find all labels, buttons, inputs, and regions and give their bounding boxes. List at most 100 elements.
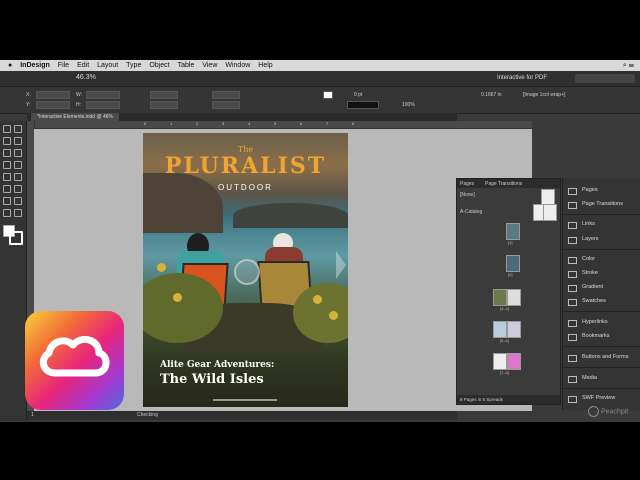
master-a-catalog[interactable]: A-Catalog xyxy=(460,209,482,215)
h-field[interactable] xyxy=(86,101,120,109)
spotlight-icon[interactable]: ⌕ ☰ xyxy=(623,62,634,70)
eyedropper-tool-icon[interactable] xyxy=(3,209,11,217)
page-label: [2] xyxy=(508,272,513,277)
horizontal-ruler[interactable]: 0 1 2 3 4 5 6 7 8 xyxy=(34,121,532,129)
menu-view[interactable]: View xyxy=(202,62,217,69)
type-tool-icon[interactable] xyxy=(3,149,11,157)
pages-panel-tabs: Pages Page Transitions xyxy=(457,179,560,188)
shear-field[interactable] xyxy=(212,101,240,109)
panel-swf-preview[interactable]: SWF Preview xyxy=(563,392,640,405)
page-thumb[interactable] xyxy=(506,255,520,272)
selection-tool-icon[interactable] xyxy=(3,125,11,133)
document-page[interactable]: The PLURALIST OUTDOOR Alite Gear Adventu… xyxy=(143,133,348,407)
pen-tool-icon[interactable] xyxy=(3,161,11,169)
page-nav[interactable]: 1 xyxy=(31,412,34,418)
pages-panel-footer: 8 Pages in 5 Spreads xyxy=(457,395,560,404)
page-thumb[interactable] xyxy=(507,321,521,338)
workspace-switcher[interactable]: Interactive for PDF xyxy=(497,75,547,81)
pages-panel: Pages Page Transitions [None] A-Catalog … xyxy=(456,178,561,405)
ruler-tick: 8 xyxy=(352,121,355,126)
ref-value[interactable]: 0.1667 in xyxy=(481,92,502,98)
x-field[interactable] xyxy=(36,91,70,99)
direct-selection-tool-icon[interactable] xyxy=(14,125,22,133)
tab-page-transitions[interactable]: Page Transitions xyxy=(485,181,522,187)
gradient-tool-icon[interactable] xyxy=(3,197,11,205)
menu-edit[interactable]: Edit xyxy=(77,62,89,69)
scale-x-field[interactable] xyxy=(150,91,178,99)
search-field[interactable] xyxy=(575,74,635,83)
apple-icon[interactable]: ● xyxy=(8,62,12,69)
panel-color[interactable]: Color xyxy=(563,253,640,266)
panel-pages[interactable]: Pages xyxy=(563,184,640,197)
scissors-tool-icon[interactable] xyxy=(3,185,11,193)
page-thumb[interactable] xyxy=(493,321,507,338)
divider xyxy=(563,346,640,347)
document-tab[interactable]: *Interactive Elements.indd @ 46% xyxy=(31,113,119,121)
media-icon xyxy=(568,376,577,383)
hyperlinks-icon xyxy=(568,320,577,327)
w-label: W: xyxy=(76,92,83,98)
tab-pages[interactable]: Pages xyxy=(460,181,474,187)
none-master[interactable]: [None] xyxy=(460,192,475,198)
page-thumb[interactable] xyxy=(507,289,521,306)
hill-shape xyxy=(233,203,348,228)
status-bar: 1 Checking xyxy=(27,411,457,420)
page-thumb[interactable] xyxy=(507,353,521,370)
peachpit-logo-icon xyxy=(588,406,599,417)
page-transitions-icon xyxy=(568,202,577,209)
zoom-level[interactable]: 46.3% xyxy=(76,74,96,81)
menu-object[interactable]: Object xyxy=(149,62,169,69)
menu-window[interactable]: Window xyxy=(225,62,250,69)
divider xyxy=(563,388,640,389)
line-tool-icon[interactable] xyxy=(14,149,22,157)
pencil-tool-icon[interactable] xyxy=(14,161,22,169)
preflight-status[interactable]: Checking xyxy=(137,412,158,418)
divider xyxy=(563,214,640,215)
page-tool-icon[interactable] xyxy=(3,137,11,145)
note-tool-icon[interactable] xyxy=(14,197,22,205)
rectangle-tool-icon[interactable] xyxy=(14,173,22,181)
panel-buttons-and-forms[interactable]: Buttons and Forms xyxy=(563,351,640,364)
master-thumb[interactable] xyxy=(543,204,557,221)
rectangle-frame-tool-icon[interactable] xyxy=(3,173,11,181)
fill-swatch[interactable] xyxy=(323,91,333,99)
menu-file[interactable]: File xyxy=(58,62,69,69)
panel-swatches[interactable]: Swatches xyxy=(563,295,640,308)
hotspot-button[interactable] xyxy=(234,259,260,285)
panel-stroke[interactable]: Stroke xyxy=(563,267,640,280)
opacity-value[interactable]: 100% xyxy=(402,102,415,108)
page-thumb[interactable] xyxy=(493,353,507,370)
menu-bar: ● InDesign File Edit Layout Type Object … xyxy=(0,60,640,71)
free-transform-tool-icon[interactable] xyxy=(14,185,22,193)
app-menu[interactable]: InDesign xyxy=(20,62,50,69)
panel-links[interactable]: Links xyxy=(563,218,640,231)
object-style[interactable]: [Image 1col wrap+] xyxy=(523,92,565,98)
panel-bookmarks[interactable]: Bookmarks xyxy=(563,330,640,343)
panel-layers[interactable]: Layers xyxy=(563,233,640,246)
menu-layout[interactable]: Layout xyxy=(97,62,118,69)
w-field[interactable] xyxy=(86,91,120,99)
rotate-field[interactable] xyxy=(212,91,240,99)
panel-media[interactable]: Media xyxy=(563,372,640,385)
panel-page-transitions[interactable]: Page Transitions xyxy=(563,198,640,211)
menu-type[interactable]: Type xyxy=(126,62,141,69)
creative-cloud-symbol-icon xyxy=(39,335,110,377)
swf-preview-icon xyxy=(568,396,577,403)
creative-cloud-logo-icon xyxy=(25,311,124,410)
page-thumb[interactable] xyxy=(493,289,507,306)
panel-gradient[interactable]: Gradient xyxy=(563,281,640,294)
menu-table[interactable]: Table xyxy=(178,62,195,69)
next-arrow-icon[interactable] xyxy=(336,251,346,279)
page-thumb[interactable] xyxy=(506,223,520,240)
zoom-tool-icon[interactable] xyxy=(14,209,22,217)
gap-tool-icon[interactable] xyxy=(14,137,22,145)
page-label: [1] xyxy=(508,240,513,245)
scale-y-field[interactable] xyxy=(150,101,178,109)
logo-subtitle: OUTDOOR xyxy=(218,183,273,192)
menu-help[interactable]: Help xyxy=(258,62,272,69)
stroke-icon[interactable] xyxy=(9,231,23,245)
y-field[interactable] xyxy=(36,101,70,109)
stroke-weight[interactable]: 0 pt xyxy=(354,92,362,98)
panel-hyperlinks[interactable]: Hyperlinks xyxy=(563,316,640,329)
stroke-type[interactable] xyxy=(347,101,379,109)
